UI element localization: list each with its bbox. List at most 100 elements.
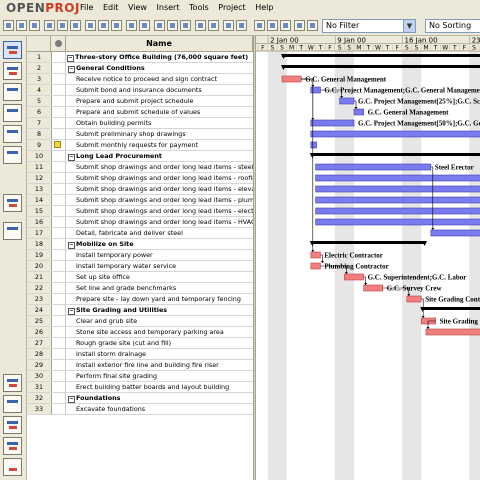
row-number[interactable]: 29 bbox=[27, 360, 52, 370]
menu-file[interactable]: File bbox=[80, 3, 93, 12]
outdent-icon[interactable] bbox=[236, 20, 247, 31]
task-row[interactable]: 18 − Mobilize on Site bbox=[27, 239, 253, 250]
task-row[interactable]: 14 Submit shop drawings and order long le… bbox=[27, 195, 253, 206]
new-project-icon[interactable] bbox=[3, 20, 14, 31]
row-number[interactable]: 28 bbox=[27, 349, 52, 359]
task-row[interactable]: 4 Submit bond and insurance documents bbox=[27, 85, 253, 96]
resources-view-icon[interactable] bbox=[3, 83, 22, 101]
no-sub-window-icon[interactable] bbox=[3, 458, 22, 476]
print-icon[interactable] bbox=[44, 20, 55, 31]
edit-icon[interactable] bbox=[294, 20, 305, 31]
task-name[interactable]: Submit bond and insurance documents bbox=[66, 85, 253, 95]
task-row[interactable]: 25 Clear and grub site bbox=[27, 316, 253, 327]
task-row[interactable]: 2 − General Conditions bbox=[27, 63, 253, 74]
row-number[interactable]: 21 bbox=[27, 272, 52, 282]
task-name[interactable]: Submit shop drawings and order long lead… bbox=[66, 195, 253, 205]
name-column-header[interactable]: Name bbox=[66, 36, 253, 51]
row-number[interactable]: 3 bbox=[27, 74, 52, 84]
paste-icon[interactable] bbox=[111, 20, 122, 31]
row-number[interactable]: 23 bbox=[27, 294, 52, 304]
row-number[interactable]: 31 bbox=[27, 382, 52, 392]
task-name[interactable]: Prepare and submit project schedule bbox=[66, 96, 253, 106]
task-row[interactable]: 11 Submit shop drawings and order long le… bbox=[27, 162, 253, 173]
reports-view-icon[interactable] bbox=[3, 146, 22, 164]
rbs-view-icon[interactable] bbox=[3, 125, 22, 143]
link-icon[interactable] bbox=[167, 20, 178, 31]
row-number[interactable]: 5 bbox=[27, 96, 52, 106]
task-name[interactable]: Submit shop drawings and order long lead… bbox=[66, 206, 253, 216]
task-row[interactable]: 28 Install storm drainage bbox=[27, 349, 253, 360]
task-name[interactable]: Submit shop drawings and order long lead… bbox=[66, 217, 253, 227]
zoom-out-icon[interactable] bbox=[267, 20, 278, 31]
menu-edit[interactable]: Edit bbox=[103, 3, 119, 12]
indent-icon[interactable] bbox=[223, 20, 234, 31]
task-row[interactable]: 1 − Three-story Office Building (76,000 sq… bbox=[27, 52, 253, 63]
row-number[interactable]: 2 bbox=[27, 63, 52, 73]
open-project-icon[interactable] bbox=[16, 20, 27, 31]
task-name[interactable]: Submit shop drawings and order long lead… bbox=[66, 184, 253, 194]
task-name[interactable]: Prepare site - lay down yard and tempora… bbox=[66, 294, 253, 304]
task-name[interactable]: Submit monthly requests for payment bbox=[66, 140, 253, 150]
collapse-toggle-icon[interactable]: − bbox=[68, 154, 75, 161]
menu-view[interactable]: View bbox=[128, 3, 147, 12]
sort-dropdown[interactable]: No Sorting bbox=[425, 19, 480, 33]
filter-dropdown[interactable]: No Filter ▼ bbox=[322, 19, 416, 33]
task-row[interactable]: 30 Perform final site grading bbox=[27, 371, 253, 382]
menu-tools[interactable]: Tools bbox=[189, 3, 209, 12]
wbs-view-icon[interactable] bbox=[3, 104, 22, 122]
row-number[interactable]: 32 bbox=[27, 393, 52, 403]
menu-insert[interactable]: Insert bbox=[157, 3, 180, 12]
collapse-toggle-icon[interactable]: − bbox=[68, 242, 75, 249]
task-name[interactable]: Clear and grub site bbox=[66, 316, 253, 326]
save-icon[interactable] bbox=[29, 20, 40, 31]
row-number[interactable]: 4 bbox=[27, 85, 52, 95]
row-number[interactable]: 12 bbox=[27, 173, 52, 183]
resource-usage-detail-icon[interactable] bbox=[3, 437, 22, 455]
task-row[interactable]: 6 Prepare and submit schedule of values bbox=[27, 107, 253, 118]
task-name[interactable]: Stone site access and temporary parking … bbox=[66, 327, 253, 337]
row-number[interactable]: 9 bbox=[27, 140, 52, 150]
task-row[interactable]: 10 − Long Lead Procurement bbox=[27, 151, 253, 162]
task-row[interactable]: 8 Submit preliminary shop drawings bbox=[27, 129, 253, 140]
task-row[interactable]: 20 Install temporary water service bbox=[27, 261, 253, 272]
row-number[interactable]: 11 bbox=[27, 162, 52, 172]
notes-icon[interactable] bbox=[208, 20, 219, 31]
task-name[interactable]: Install exterior fire line and building … bbox=[66, 360, 253, 370]
list-icon[interactable] bbox=[307, 20, 318, 31]
row-number[interactable]: 20 bbox=[27, 261, 52, 271]
task-name[interactable]: − Long Lead Procurement bbox=[66, 151, 253, 161]
task-row[interactable]: 9 Submit monthly requests for payment bbox=[27, 140, 253, 151]
task-row[interactable]: 16 Submit shop drawings and order long le… bbox=[27, 217, 253, 228]
task-row[interactable]: 24 − Site Grading and Utilities bbox=[27, 305, 253, 316]
task-row[interactable]: 23 Prepare site - lay down yard and tempo… bbox=[27, 294, 253, 305]
row-number[interactable]: 18 bbox=[27, 239, 52, 249]
row-number[interactable]: 33 bbox=[27, 404, 52, 414]
row-number[interactable]: 14 bbox=[27, 195, 52, 205]
row-number[interactable]: 15 bbox=[27, 206, 52, 216]
histogram-icon[interactable] bbox=[3, 374, 22, 392]
task-name[interactable]: Detail, fabricate and deliver steel bbox=[66, 228, 253, 238]
row-number[interactable]: 25 bbox=[27, 316, 52, 326]
zoom-in-icon[interactable] bbox=[254, 20, 265, 31]
task-name[interactable]: − Foundations bbox=[66, 393, 253, 403]
task-name[interactable]: Install storm drainage bbox=[66, 349, 253, 359]
scroll-to-task-icon[interactable] bbox=[280, 20, 291, 31]
row-number[interactable]: 30 bbox=[27, 371, 52, 381]
task-name[interactable]: Install temporary water service bbox=[66, 261, 253, 271]
unlink-icon[interactable] bbox=[180, 20, 191, 31]
row-number[interactable]: 17 bbox=[27, 228, 52, 238]
task-row[interactable]: 15 Submit shop drawings and order long le… bbox=[27, 206, 253, 217]
task-name[interactable]: Perform final site grading bbox=[66, 371, 253, 381]
task-row[interactable]: 22 Set line and grade benchmarks bbox=[27, 283, 253, 294]
task-name[interactable]: Install temporary power bbox=[66, 250, 253, 260]
task-row[interactable]: 17 Detail, fabricate and deliver steel bbox=[27, 228, 253, 239]
task-name[interactable]: Erect building batter boards and layout … bbox=[66, 382, 253, 392]
row-number[interactable]: 1 bbox=[27, 52, 52, 62]
task-name[interactable]: Submit shop drawings and order long lead… bbox=[66, 162, 253, 172]
row-number[interactable]: 27 bbox=[27, 338, 52, 348]
task-name[interactable]: Obtain building permits bbox=[66, 118, 253, 128]
note-icon[interactable] bbox=[54, 141, 61, 148]
task-name[interactable]: − General Conditions bbox=[66, 63, 253, 73]
pdf-icon[interactable] bbox=[70, 20, 81, 31]
task-name[interactable]: − Site Grading and Utilities bbox=[66, 305, 253, 315]
